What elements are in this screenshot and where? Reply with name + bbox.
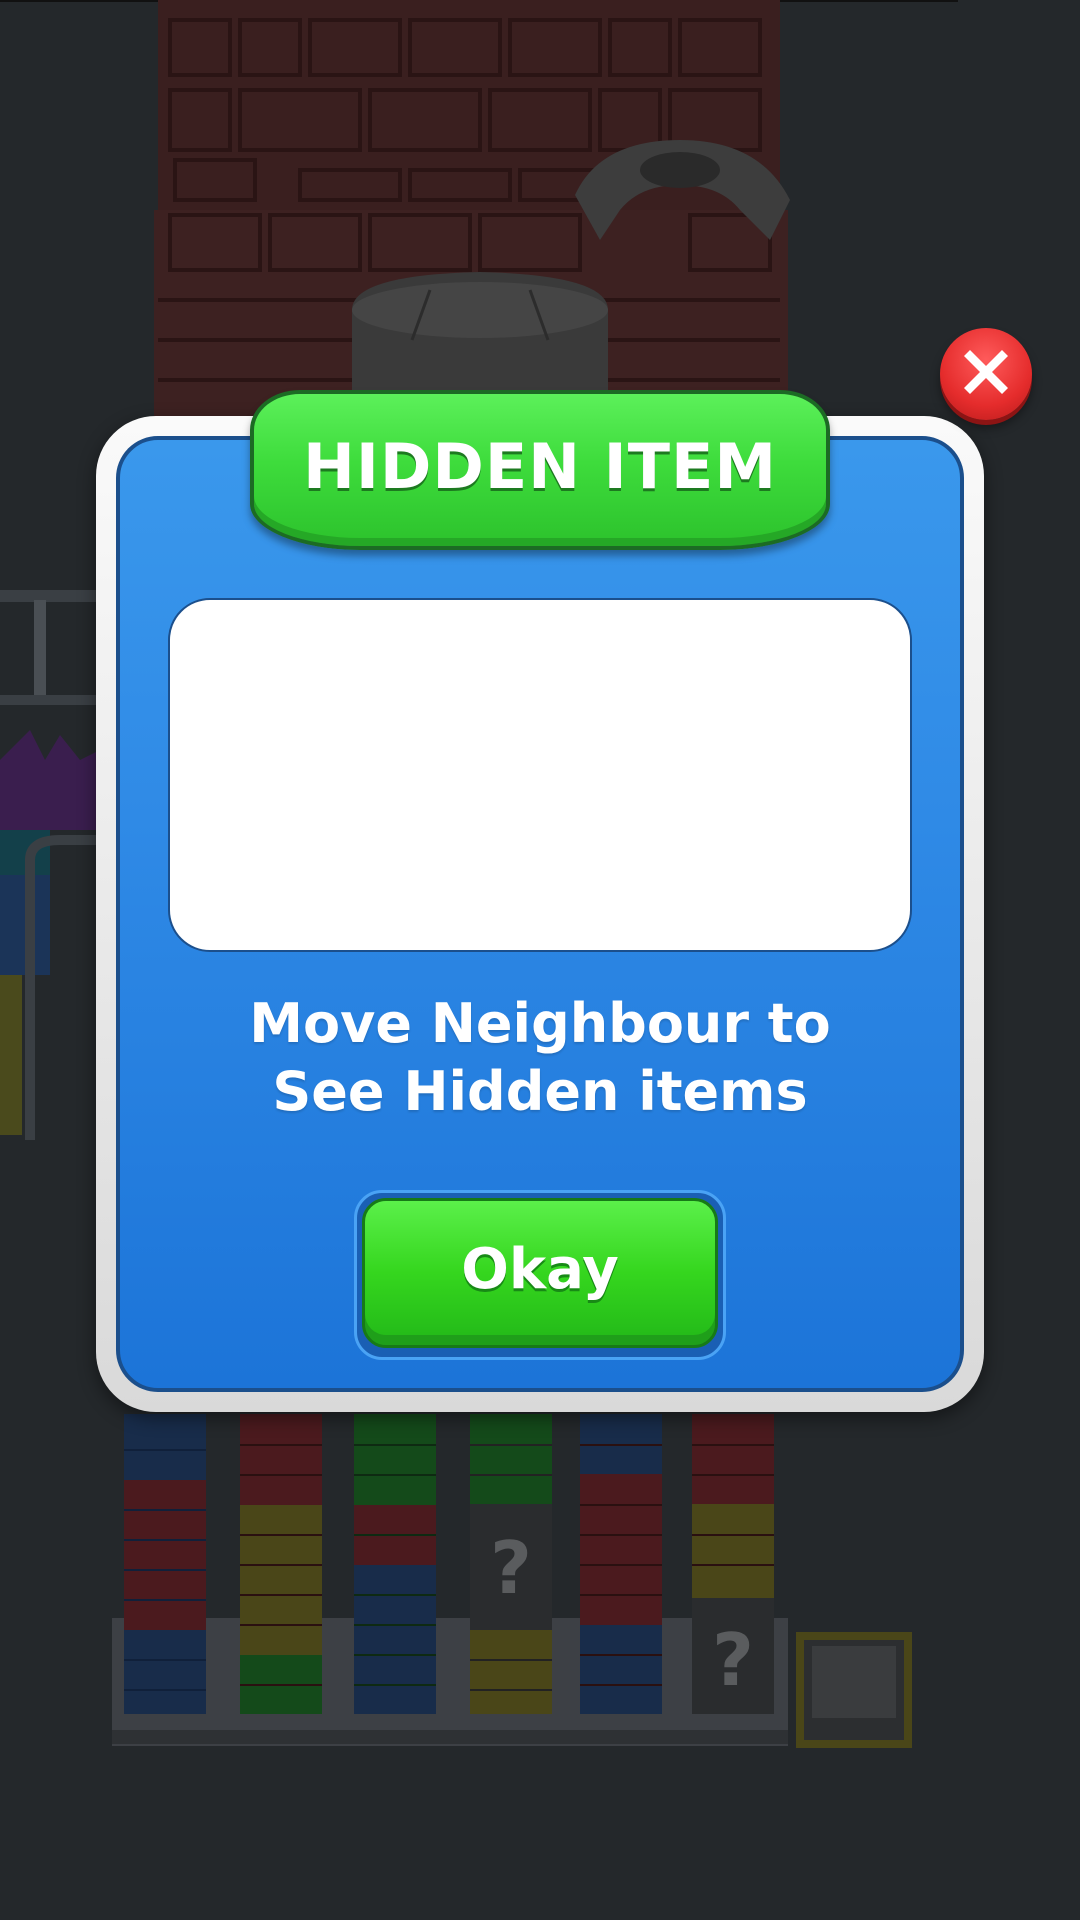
hidden-item-preview bbox=[168, 598, 912, 952]
okay-button-label: Okay bbox=[461, 1236, 619, 1302]
dialog-title-banner: HIDDEN ITEM bbox=[250, 390, 830, 550]
close-button[interactable] bbox=[940, 328, 1032, 420]
brick-tower bbox=[154, 0, 790, 420]
close-icon bbox=[964, 350, 1008, 394]
left-side-pieces bbox=[0, 590, 100, 1140]
hidden-marker: ? bbox=[712, 1618, 754, 1702]
dialog-message-line: Move Neighbour to bbox=[249, 992, 831, 1055]
dialog-title: HIDDEN ITEM bbox=[302, 429, 778, 503]
dialog-message-line: See Hidden items bbox=[272, 1060, 808, 1123]
okay-button[interactable]: Okay bbox=[362, 1198, 718, 1348]
hidden-marker: ? bbox=[490, 1526, 532, 1610]
dialog-message: Move Neighbour to See Hidden items bbox=[140, 990, 940, 1126]
